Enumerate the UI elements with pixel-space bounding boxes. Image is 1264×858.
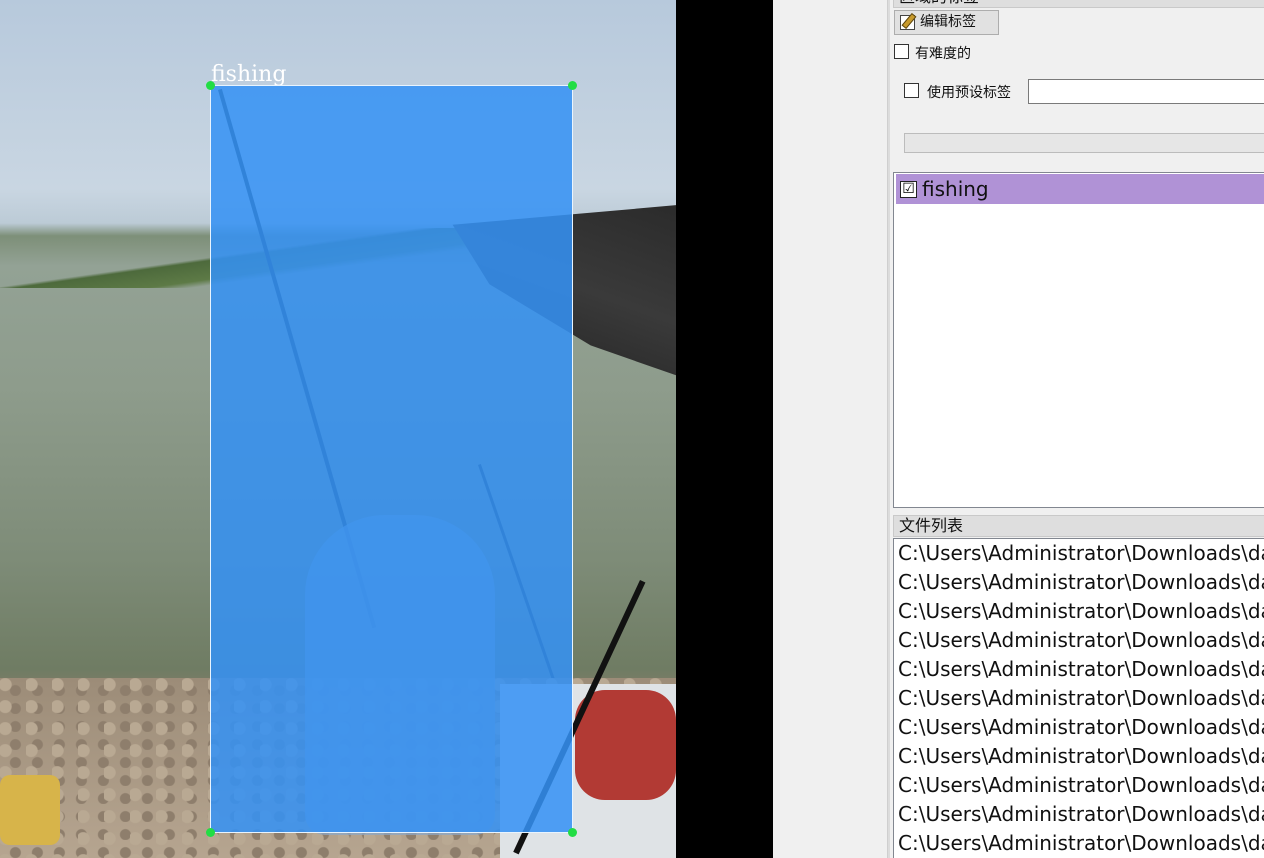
bbox-handle-bottom-right[interactable] xyxy=(568,828,577,837)
use-preset-label-checkbox-label: 使用预设标签 xyxy=(927,85,1011,101)
box-labels-dock-title: 区域的标签 xyxy=(893,0,1264,8)
difficult-checkbox-label: 有难度的 xyxy=(915,46,971,62)
photo-bag xyxy=(0,775,60,845)
file-list-item[interactable]: C:\Users\Administrator\Downloads\dat xyxy=(894,655,1264,684)
use-preset-label-checkbox[interactable] xyxy=(904,83,919,98)
bbox-handle-top-left[interactable] xyxy=(206,81,215,90)
right-dock-panel: 区域的标签 编辑标签 有难度的 使用预设标签 ☑ fishing 文件列表 C:… xyxy=(890,0,1264,858)
file-list-item[interactable]: C:\Users\Administrator\Downloads\dat xyxy=(894,829,1264,858)
label-list-item[interactable]: ☑ fishing xyxy=(896,174,1264,204)
file-list[interactable]: C:\Users\Administrator\Downloads\dat C:\… xyxy=(893,538,1264,858)
bbox-handle-top-right[interactable] xyxy=(568,81,577,90)
label-list[interactable]: ☑ fishing xyxy=(893,172,1264,508)
preset-label-input[interactable] xyxy=(1028,79,1264,104)
image-canvas[interactable]: fishing xyxy=(0,0,773,858)
label-visible-checkbox[interactable]: ☑ xyxy=(900,181,917,198)
file-list-dock-title: 文件列表 xyxy=(893,515,1264,537)
bounding-box-fishing[interactable] xyxy=(206,81,577,837)
file-list-item[interactable]: C:\Users\Administrator\Downloads\dat xyxy=(894,771,1264,800)
file-list-item[interactable]: C:\Users\Administrator\Downloads\dat xyxy=(894,626,1264,655)
toolbar-gap xyxy=(773,0,887,858)
file-list-item[interactable]: C:\Users\Administrator\Downloads\dat xyxy=(894,539,1264,568)
file-list-item[interactable]: C:\Users\Administrator\Downloads\dat xyxy=(894,713,1264,742)
file-list-item[interactable]: C:\Users\Administrator\Downloads\dat xyxy=(894,800,1264,829)
photo-red-lid xyxy=(575,690,676,800)
file-list-item[interactable]: C:\Users\Administrator\Downloads\dat xyxy=(894,684,1264,713)
file-list-item[interactable]: C:\Users\Administrator\Downloads\dat xyxy=(894,568,1264,597)
bbox-handle-bottom-left[interactable] xyxy=(206,828,215,837)
progress-bar xyxy=(904,133,1264,153)
edit-label-button-text: 编辑标签 xyxy=(920,14,976,30)
edit-label-button[interactable]: 编辑标签 xyxy=(894,10,999,35)
bbox-label-caption: fishing xyxy=(211,62,287,87)
edit-pencil-icon xyxy=(900,15,915,30)
file-list-item[interactable]: C:\Users\Administrator\Downloads\dat xyxy=(894,597,1264,626)
difficult-checkbox[interactable] xyxy=(894,44,909,59)
label-list-item-text: fishing xyxy=(922,177,989,201)
file-list-item[interactable]: C:\Users\Administrator\Downloads\dat xyxy=(894,742,1264,771)
